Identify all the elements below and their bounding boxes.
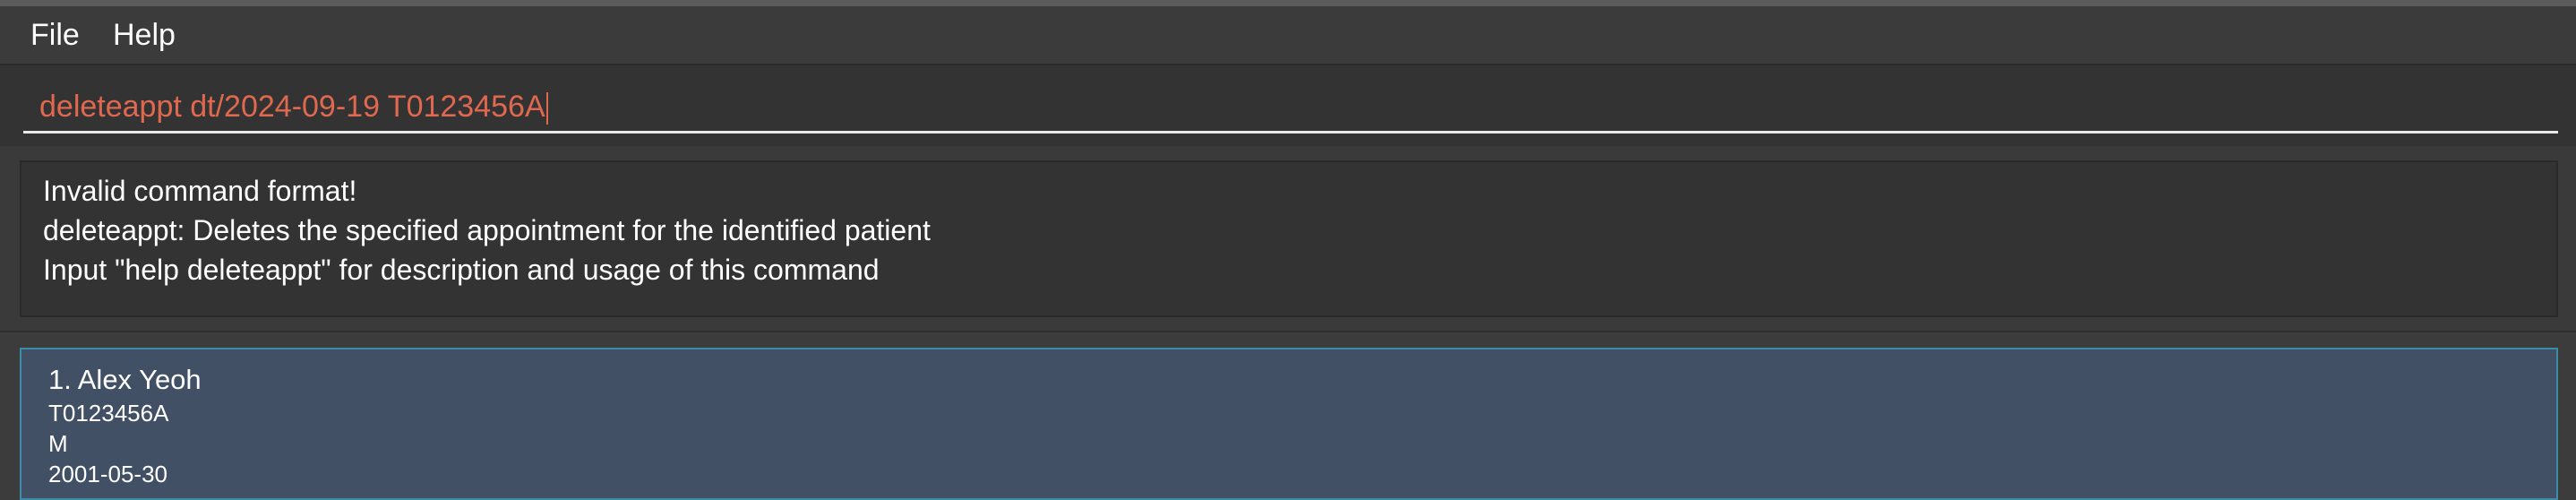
result-display: Invalid command format! deleteappt: Dele…: [20, 160, 2558, 317]
patient-name: 1. Alex Yeoh: [48, 364, 202, 395]
result-display-panel: Invalid command format! deleteappt: Dele…: [0, 146, 2576, 331]
window-top-strip: [0, 0, 2576, 6]
result-line-usage: deleteappt: Deletes the specified appoin…: [43, 214, 931, 246]
result-line-help-hint: Input "help deleteappt" for description …: [43, 254, 880, 286]
command-input-text: deleteappt dt/2024-09-19 T0123456A: [39, 90, 545, 124]
patient-card[interactable]: 1. Alex Yeoh T0123456A M 2001-05-30: [20, 348, 2558, 500]
text-caret: [545, 92, 548, 125]
menu-help[interactable]: Help: [113, 17, 176, 53]
command-input[interactable]: deleteappt dt/2024-09-19 T0123456A: [23, 80, 2558, 134]
result-line-error: Invalid command format!: [43, 175, 357, 207]
patient-list-panel: 1. Alex Yeoh T0123456A M 2001-05-30: [0, 332, 2576, 500]
patient-sex: M: [48, 430, 68, 457]
patient-nric: T0123456A: [48, 400, 169, 427]
menu-bar: File Help: [0, 6, 2576, 65]
patient-dob: 2001-05-30: [48, 461, 167, 487]
menu-file[interactable]: File: [30, 17, 80, 53]
command-box: deleteappt dt/2024-09-19 T0123456A: [0, 65, 2576, 146]
